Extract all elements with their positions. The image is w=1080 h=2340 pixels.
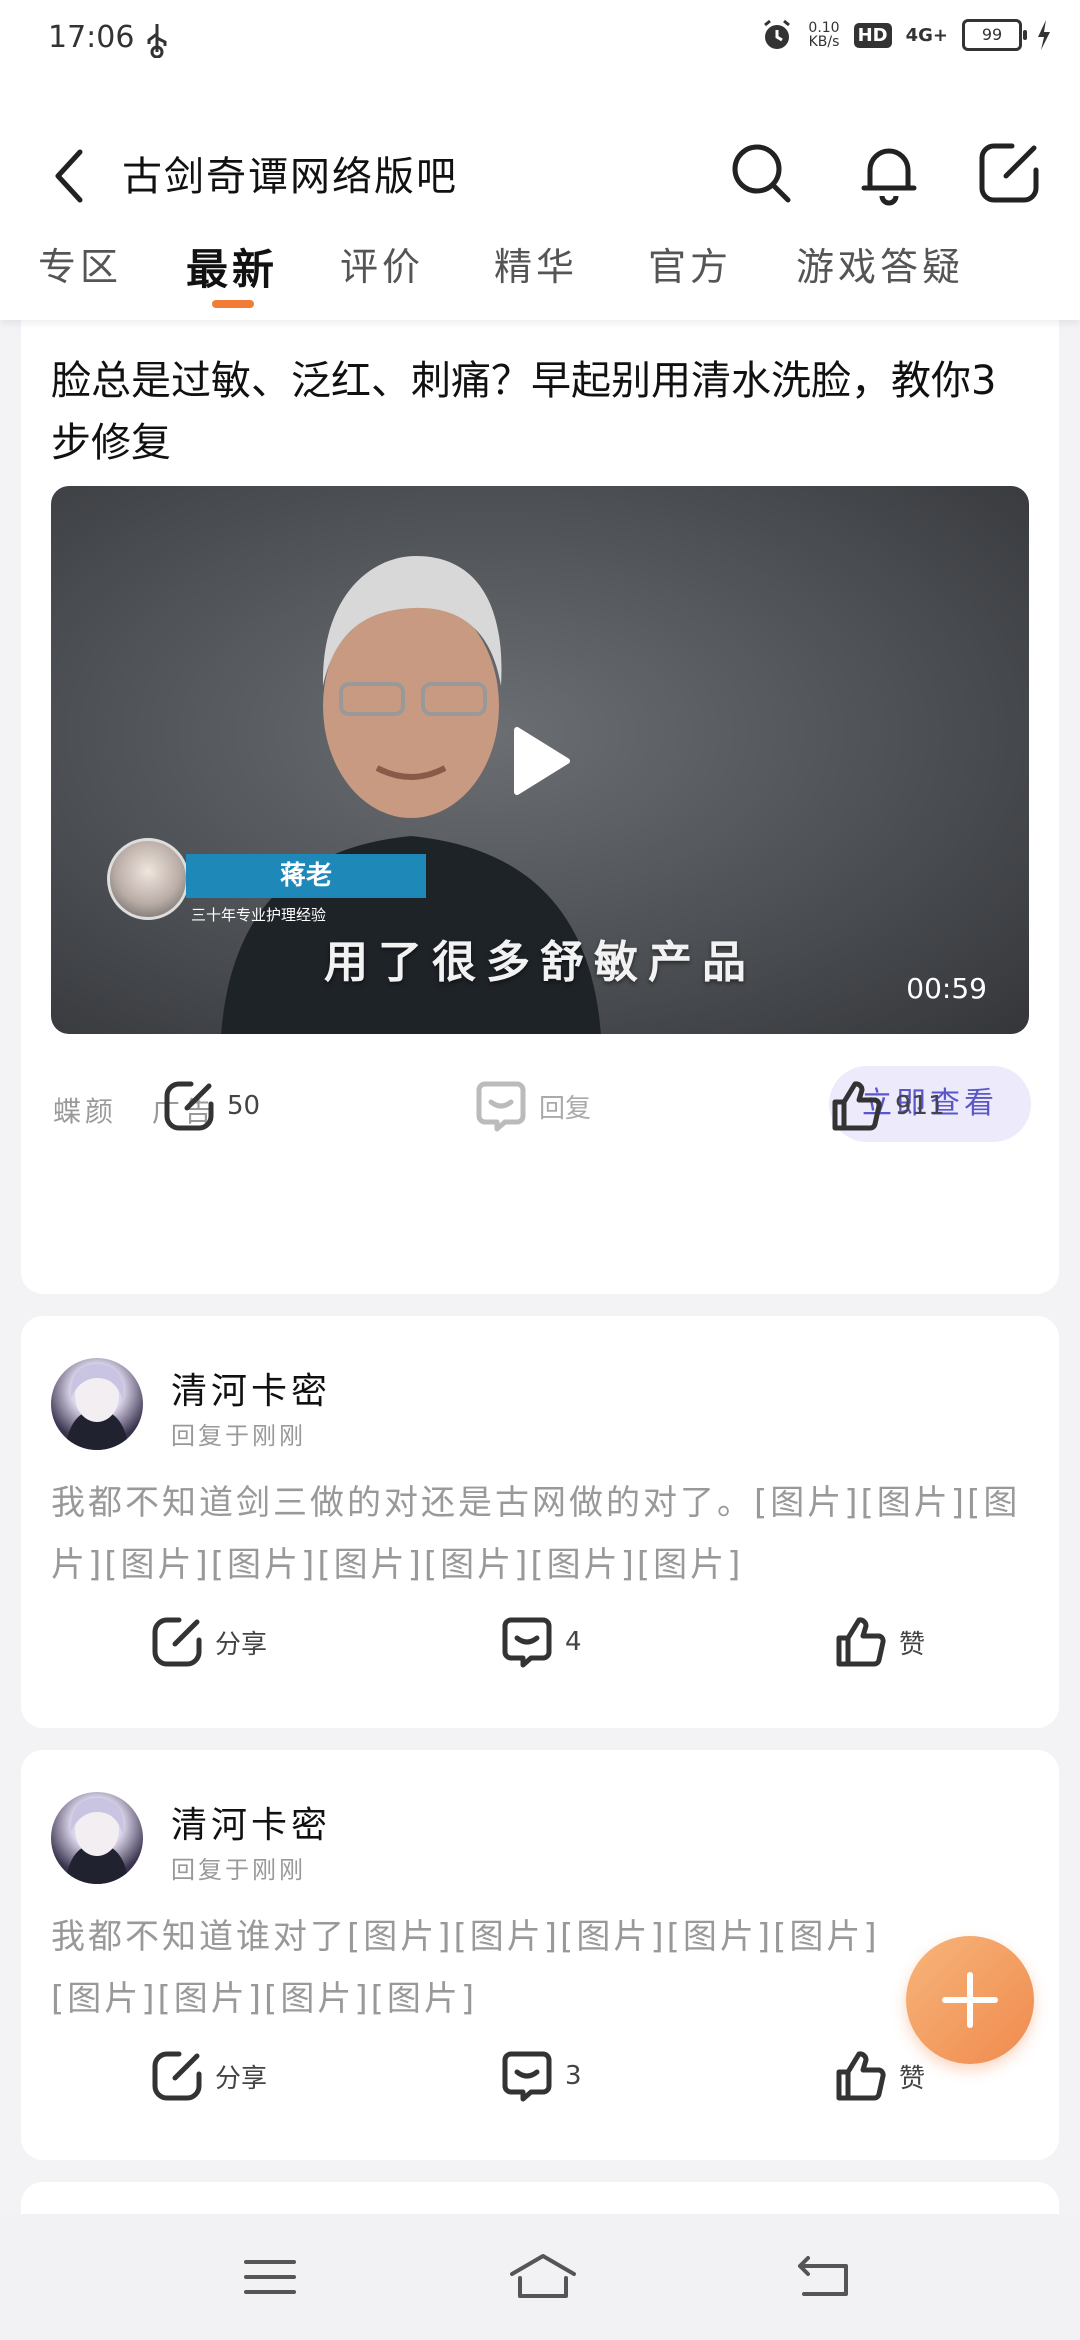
share-label: 分享 <box>215 1629 268 1660</box>
reply-time: 回复于刚刚 <box>171 1422 306 1450</box>
like-action[interactable]: 赞 <box>835 1616 925 1668</box>
ad-share-action[interactable]: 50 <box>163 1080 260 1132</box>
comment-action[interactable]: 4 <box>501 1616 582 1668</box>
signal-indicator: 4G+ <box>905 24 948 46</box>
active-tab-indicator <box>212 300 254 308</box>
reply-post-card[interactable]: 清河卡密 回复于刚刚 我都不知道谁对了[图片][图片][图片][图片][图片][… <box>21 1750 1059 2160</box>
reply-time: 回复于刚刚 <box>171 1856 306 1884</box>
home-icon[interactable] <box>508 2252 578 2302</box>
menu-icon[interactable] <box>240 2252 300 2302</box>
ad-reply-label: 回复 <box>539 1093 592 1124</box>
tab-latest[interactable]: 最新 <box>186 236 278 297</box>
share-icon <box>164 1081 214 1131</box>
comment-action[interactable]: 3 <box>501 2050 582 2102</box>
anime-avatar-image <box>65 1798 129 1884</box>
username[interactable]: 清河卡密 <box>171 1362 331 1414</box>
tab-reviews[interactable]: 评价 <box>340 236 424 291</box>
thumbs-up-icon <box>836 1617 886 1667</box>
usb-icon <box>147 24 167 58</box>
network-speed: 0.10 KB/s <box>808 20 840 50</box>
username[interactable]: 清河卡密 <box>171 1796 331 1848</box>
battery-indicator: 99 <box>962 19 1027 51</box>
search-icon[interactable] <box>728 140 794 206</box>
forum-title: 古剑奇谭网络版吧 <box>122 154 458 200</box>
ad-reply-action[interactable]: 回复 <box>475 1080 591 1132</box>
play-icon[interactable] <box>511 726 571 796</box>
post-actions <box>21 1512 1059 1582</box>
share-icon <box>152 1617 202 1667</box>
comment-icon <box>502 2051 552 2102</box>
share-action[interactable]: 分享 <box>151 1616 267 1668</box>
speaker-name-tag: 蒋老 <box>186 854 426 898</box>
share-action[interactable]: 分享 <box>151 2050 267 2102</box>
share-icon <box>152 2051 202 2101</box>
tab-bar: 专区 最新 评价 精华 官方 游戏答疑 <box>0 236 1080 320</box>
speaker-avatar <box>107 838 189 920</box>
alarm-icon <box>764 19 791 49</box>
post-text[interactable]: 我都不知道谁对了[图片][图片][图片][图片][图片][图片][图片][图片]… <box>51 1906 931 2030</box>
ad-like-action[interactable]: 911 <box>831 1080 945 1132</box>
like-label: 赞 <box>899 2063 926 2094</box>
avatar[interactable] <box>51 1792 143 1884</box>
back-arrow-icon[interactable] <box>50 146 90 206</box>
comment-count: 4 <box>565 1627 582 1657</box>
ad-share-count: 50 <box>227 1091 261 1121</box>
tab-essence[interactable]: 精华 <box>494 236 578 291</box>
tab-game-qa[interactable]: 游戏答疑 <box>796 236 964 291</box>
post-actions-row: 分享 3 赞 <box>21 2050 1059 2120</box>
tab-official[interactable]: 官方 <box>648 236 732 291</box>
avatar[interactable] <box>51 1358 143 1450</box>
thumbs-up-icon <box>832 1081 882 1131</box>
post-actions-row: 分享 4 赞 <box>21 1616 1059 1686</box>
status-time: 17:06 <box>48 20 135 55</box>
return-icon[interactable] <box>794 2252 854 2302</box>
share-label: 分享 <box>215 2063 268 2094</box>
compose-icon[interactable] <box>976 140 1042 206</box>
comment-icon <box>476 1081 526 1132</box>
bell-icon[interactable] <box>856 140 922 206</box>
ad-post-title[interactable]: 脸总是过敏、泛红、刺痛？早起别用清水洗脸，教你3步修复 <box>51 350 1031 474</box>
tab-zone[interactable]: 专区 <box>38 236 122 291</box>
speaker-credential: 三十年专业护理经验 <box>191 906 327 924</box>
comment-icon <box>502 1617 552 1668</box>
status-bar: 17:06 0.10 KB/s HD 4G+ 99 <box>0 0 1080 84</box>
ad-actions: 50 回复 911 <box>21 1080 1059 1150</box>
comment-count: 3 <box>565 2061 582 2091</box>
plus-icon[interactable] <box>906 1936 1034 2064</box>
system-nav-bar <box>0 2214 1080 2340</box>
anime-avatar-image <box>65 1364 129 1450</box>
video-subtitle: 用了很多舒敏产品 <box>324 937 756 988</box>
video-player[interactable]: 蒋老 三十年专业护理经验 用了很多舒敏产品 00:59 <box>51 486 1029 1034</box>
thumbs-up-icon <box>836 2051 886 2101</box>
forum-header: 古剑奇谭网络版吧 专区 最新 评价 精华 官方 游戏答疑 <box>0 84 1080 320</box>
like-action[interactable]: 赞 <box>835 2050 925 2102</box>
charging-icon <box>1038 20 1050 50</box>
hd-badge: HD <box>853 22 892 48</box>
reply-post-card[interactable]: 清河卡密 回复于刚刚 我都不知道剑三做的对还是古网做的对了。[图片][图片][图… <box>21 1316 1059 1728</box>
video-duration: 00:59 <box>906 972 987 1005</box>
ad-post-card[interactable]: 脸总是过敏、泛红、刺痛？早起别用清水洗脸，教你3步修复 蒋老 三十年专业护理经验… <box>21 300 1059 1294</box>
like-label: 赞 <box>899 1629 926 1660</box>
ad-like-count: 911 <box>895 1091 945 1121</box>
